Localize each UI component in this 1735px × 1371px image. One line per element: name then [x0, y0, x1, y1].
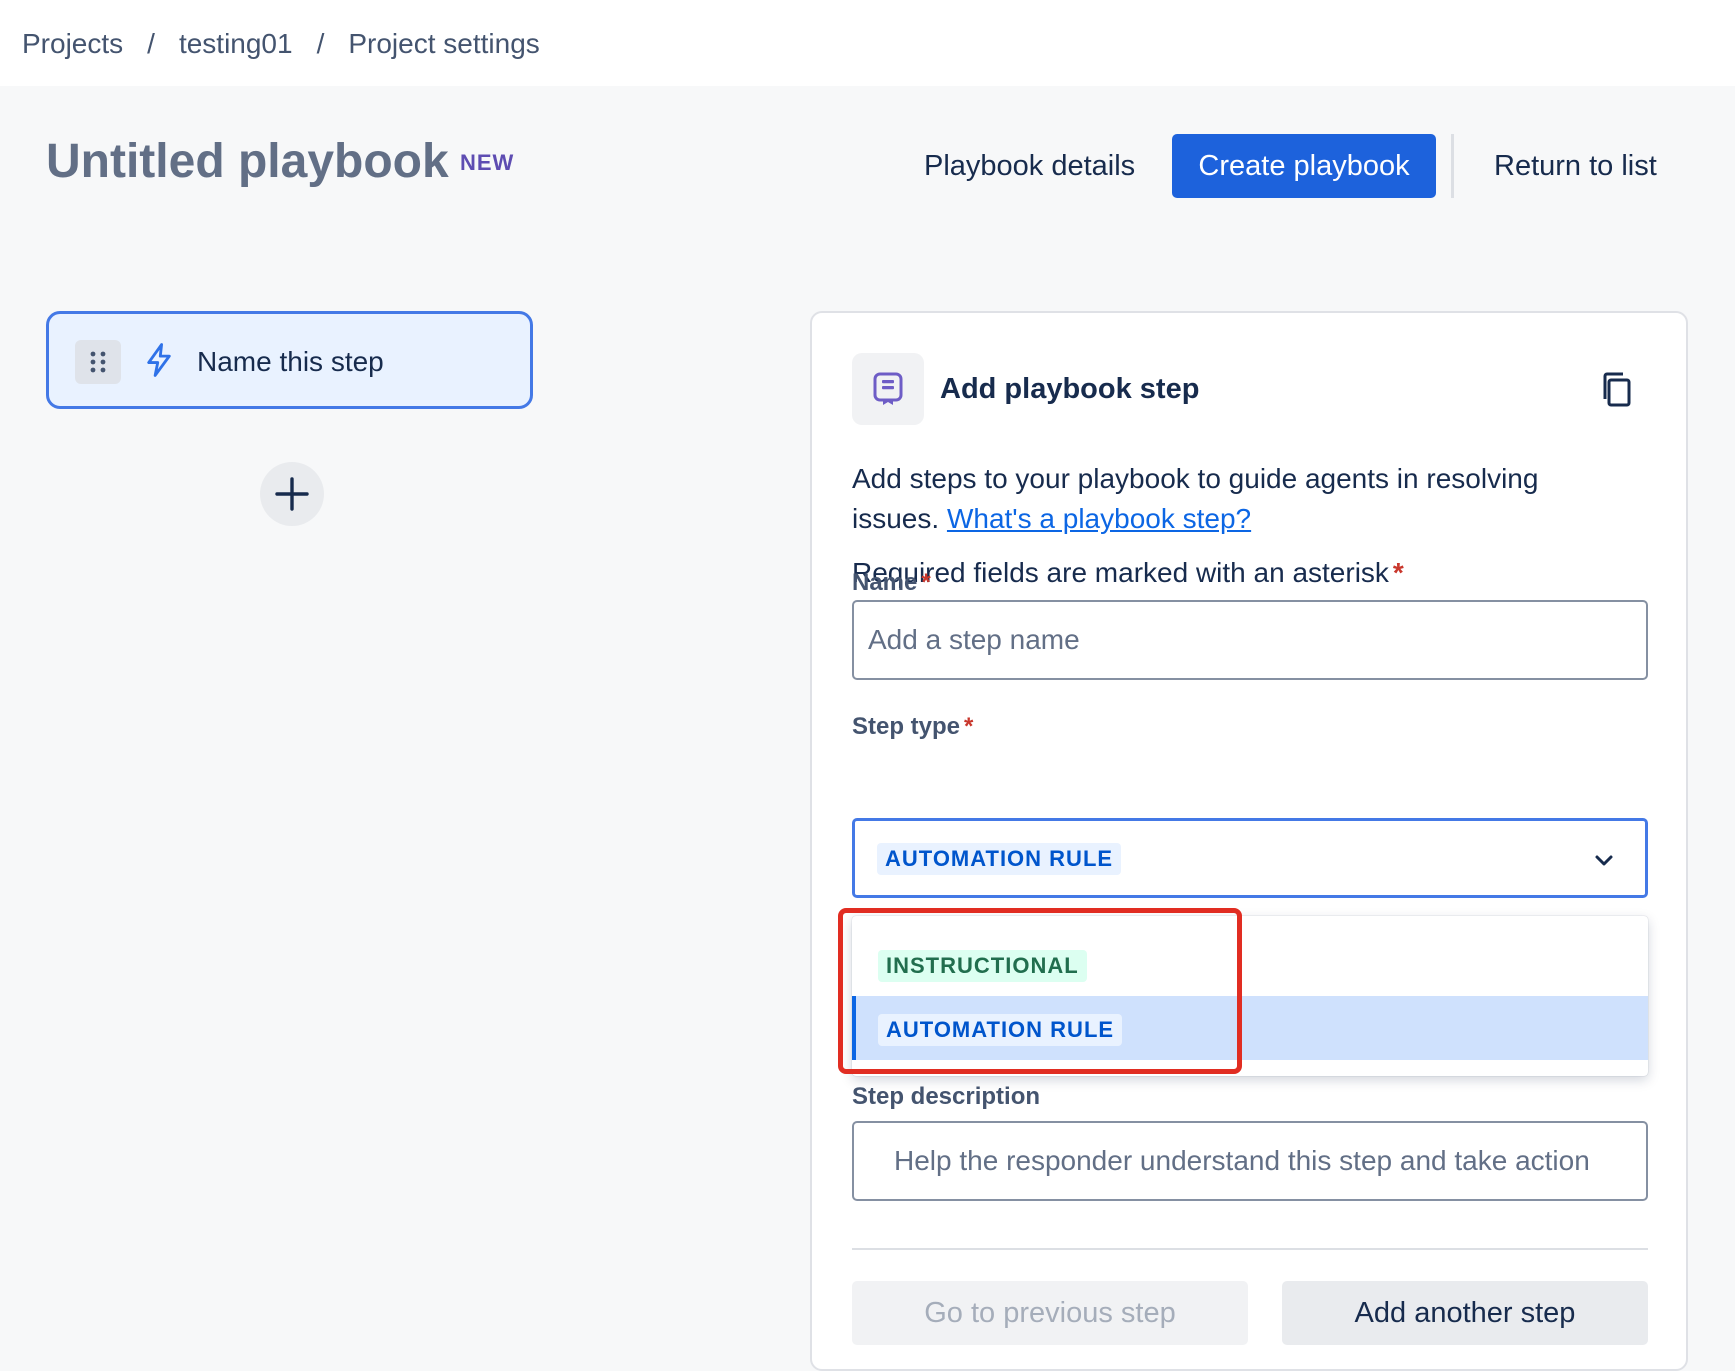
step-description-input[interactable]: Help the responder understand this step …	[852, 1121, 1648, 1201]
breadcrumb-projects[interactable]: Projects	[22, 28, 123, 60]
return-to-list-button[interactable]: Return to list	[1480, 134, 1671, 198]
chevron-down-icon[interactable]	[1593, 849, 1615, 876]
panel-divider	[852, 1248, 1648, 1250]
copy-icon[interactable]	[1600, 371, 1634, 414]
step-name-input[interactable]	[852, 600, 1648, 680]
step-type-label-text: Step type	[852, 713, 961, 740]
previous-step-button[interactable]: Go to previous step	[852, 1281, 1248, 1345]
playbook-step-icon	[852, 353, 924, 425]
drag-handle-icon[interactable]	[75, 340, 121, 384]
step-card[interactable]: Name this step	[46, 311, 533, 409]
required-note-text: Required fields are marked with an aster…	[852, 557, 1389, 588]
step-description-label: Step description	[852, 1083, 1041, 1110]
new-badge: NEW	[460, 150, 515, 175]
highlight-annotation	[838, 908, 1242, 1074]
name-label-text: Name	[852, 569, 918, 596]
breadcrumb-separator: /	[147, 28, 155, 59]
lightning-bolt-icon	[143, 342, 175, 383]
breadcrumb-project-settings[interactable]: Project settings	[348, 28, 539, 60]
name-field-label: Name *	[852, 569, 931, 597]
create-playbook-button[interactable]: Create playbook	[1172, 134, 1436, 198]
breadcrumb: Projects / testing01 / Project settings	[22, 28, 540, 60]
required-asterisk: *	[964, 713, 974, 740]
breadcrumb-project[interactable]: testing01	[179, 28, 293, 60]
add-step-panel: Add playbook step Add steps to your play…	[810, 311, 1688, 1371]
panel-title: Add playbook step	[940, 373, 1200, 405]
add-another-step-button[interactable]: Add another step	[1282, 1281, 1648, 1345]
step-name-label: Name this step	[197, 346, 384, 377]
breadcrumb-separator: /	[316, 28, 325, 59]
what-is-step-link[interactable]: What's a playbook step?	[947, 503, 1251, 534]
add-step-plus-button[interactable]	[260, 462, 324, 526]
plus-icon	[275, 477, 309, 511]
step-type-label: Step type *	[852, 713, 973, 741]
step-type-select[interactable]: AUTOMATION RULE	[852, 818, 1648, 898]
required-asterisk: *	[921, 569, 931, 596]
intro-text: Add steps to your playbook to guide agen…	[852, 459, 1592, 539]
page-title: Untitled playbook	[46, 135, 449, 188]
required-asterisk: *	[1392, 557, 1404, 588]
required-note: Required fields are marked with an aster…	[852, 557, 1404, 589]
header-divider	[1451, 134, 1454, 198]
top-bar: Projects / testing01 / Project settings	[0, 0, 1735, 86]
playbook-details-button[interactable]: Playbook details	[910, 134, 1149, 198]
selected-step-type: AUTOMATION RULE	[877, 843, 1122, 875]
